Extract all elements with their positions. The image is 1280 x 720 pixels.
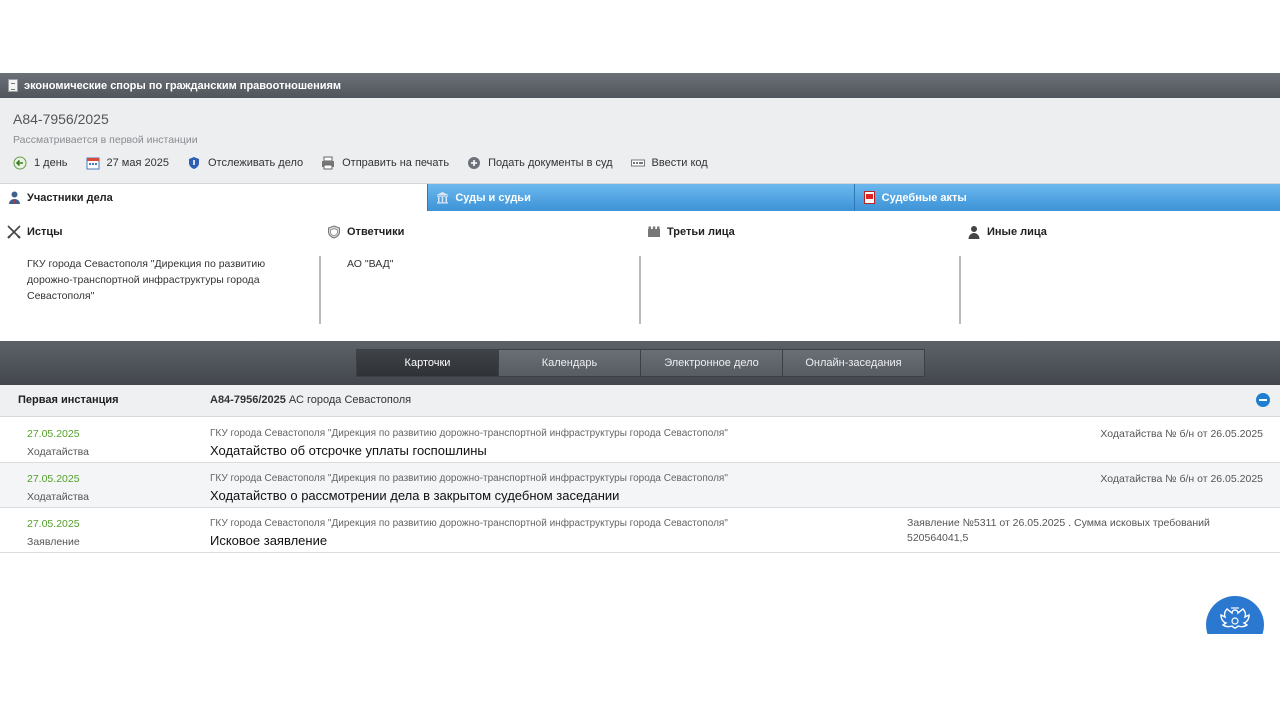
case-status: Рассматривается в первой инстанции bbox=[13, 134, 198, 146]
document-row[interactable]: 27.05.2025 Заявление ГКУ города Севастоп… bbox=[0, 508, 1280, 553]
eagle-emblem-icon bbox=[1217, 606, 1253, 634]
row-date: 27.05.2025 bbox=[27, 473, 80, 485]
tab-courts[interactable]: Суды и судьи bbox=[427, 184, 854, 211]
tab-cards[interactable]: Карточки bbox=[356, 349, 499, 377]
pdf-document-icon bbox=[863, 191, 876, 204]
view-tabs: Карточки Календарь Электронное дело Онла… bbox=[356, 349, 925, 377]
defendant-name[interactable]: АО "ВАД" bbox=[347, 256, 617, 324]
enter-code-label: Ввести код bbox=[651, 157, 708, 169]
column-divider bbox=[639, 256, 641, 324]
case-number: А84-7956/2025 bbox=[13, 111, 109, 127]
date-label: 27 мая 2025 bbox=[106, 157, 169, 169]
document-icon bbox=[8, 79, 18, 92]
other-persons-column: Иные лица bbox=[967, 225, 1280, 239]
track-case-button[interactable]: Отслеживать дело bbox=[187, 156, 303, 170]
row-type: Ходатайства bbox=[27, 491, 89, 503]
row-title-link[interactable]: Исковое заявление bbox=[210, 533, 327, 548]
document-row[interactable]: 27.05.2025 Ходатайства ГКУ города Севаст… bbox=[0, 418, 1280, 463]
tab-acts-label: Судебные акты bbox=[881, 191, 967, 204]
category-title: экономические споры по гражданским право… bbox=[24, 79, 342, 92]
plaintiff-name[interactable]: ГКУ города Севастополя "Дирекция по разв… bbox=[27, 256, 297, 324]
row-type: Заявление bbox=[27, 536, 80, 548]
row-note: Заявление №5311 от 26.05.2025 . Сумма ис… bbox=[907, 517, 1210, 544]
collapse-button[interactable] bbox=[1256, 393, 1270, 407]
participants-panel: Истцы ГКУ города Севастополя "Дирекция п… bbox=[0, 211, 1280, 341]
days-since-label: 1 день bbox=[34, 157, 68, 169]
instance-title: Первая инстанция bbox=[18, 394, 119, 406]
days-since-button[interactable]: 1 день bbox=[13, 156, 68, 170]
row-organization: ГКУ города Севастополя "Дирекция по разв… bbox=[210, 518, 728, 529]
crossed-swords-icon bbox=[7, 225, 21, 239]
printer-icon bbox=[321, 156, 335, 170]
plaintiffs-heading: Истцы bbox=[27, 226, 63, 238]
defendants-column: Ответчики bbox=[327, 225, 647, 239]
plus-circle-icon bbox=[467, 156, 481, 170]
third-parties-column: Третьи лица bbox=[647, 225, 967, 239]
tab-acts[interactable]: Судебные акты bbox=[853, 184, 1280, 211]
row-note: Ходатайства № б/н от 26.05.2025 bbox=[1100, 473, 1263, 485]
column-divider bbox=[319, 256, 321, 324]
instance-case-number: А84-7956/2025 bbox=[210, 394, 286, 406]
plaintiffs-column: Истцы bbox=[7, 225, 327, 239]
tab-calendar[interactable]: Календарь bbox=[498, 349, 641, 377]
user-icon bbox=[967, 225, 981, 239]
view-navbar: Карточки Календарь Электронное дело Онла… bbox=[0, 341, 1280, 385]
row-type: Ходатайства bbox=[27, 446, 89, 458]
row-organization: ГКУ города Севастополя "Дирекция по разв… bbox=[210, 428, 728, 439]
emblem-button[interactable] bbox=[1206, 596, 1264, 634]
third-parties-heading: Третьи лица bbox=[667, 226, 735, 238]
tab-participants-label: Участники дела bbox=[27, 191, 113, 204]
tab-courts-label: Суды и судьи bbox=[455, 191, 531, 204]
row-title-link[interactable]: Ходатайство о рассмотрении дела в закрыт… bbox=[210, 488, 619, 503]
date-button[interactable]: 27 мая 2025 bbox=[86, 156, 169, 170]
row-date: 27.05.2025 bbox=[27, 518, 80, 530]
back-arrow-icon bbox=[13, 156, 27, 170]
category-bar: экономические споры по гражданским право… bbox=[0, 73, 1280, 98]
instance-court: АС города Севастополя bbox=[288, 394, 412, 406]
keyboard-icon bbox=[630, 156, 645, 170]
enter-code-button[interactable]: Ввести код bbox=[630, 156, 708, 170]
row-title-link[interactable]: Ходатайство об отсрочке уплаты госпошлин… bbox=[210, 443, 487, 458]
tab-participants[interactable]: Участники дела bbox=[0, 184, 428, 211]
row-organization: ГКУ города Севастополя "Дирекция по разв… bbox=[210, 473, 728, 484]
instance-header: Первая инстанция А84-7956/2025 АС города… bbox=[0, 385, 1280, 417]
print-label: Отправить на печать bbox=[342, 157, 450, 169]
row-note: Ходатайства № б/н от 26.05.2025 bbox=[1100, 428, 1263, 440]
document-row[interactable]: 27.05.2025 Ходатайства ГКУ города Севаст… bbox=[0, 463, 1280, 508]
track-case-label: Отслеживать дело bbox=[207, 157, 304, 169]
courthouse-icon bbox=[436, 191, 449, 204]
submit-documents-label: Подать документы в суд bbox=[488, 157, 613, 169]
column-divider bbox=[959, 256, 961, 324]
instance-case[interactable]: А84-7956/2025 АС города Севастополя bbox=[210, 394, 411, 406]
submit-documents-button[interactable]: Подать документы в суд bbox=[467, 156, 613, 170]
tab-online-hearings[interactable]: Онлайн-заседания bbox=[782, 349, 925, 377]
calendar-icon bbox=[86, 156, 100, 170]
tab-electronic-case[interactable]: Электронное дело bbox=[640, 349, 783, 377]
case-toolbar: 1 день 27 мая 2025 Отслеживать дело Отпр… bbox=[13, 156, 726, 170]
group-icon bbox=[647, 225, 661, 239]
defendants-heading: Ответчики bbox=[347, 226, 405, 238]
case-header: А84-7956/2025 Рассматривается в первой и… bbox=[0, 98, 1280, 184]
shield-badge-icon bbox=[327, 225, 341, 239]
person-icon bbox=[8, 191, 21, 204]
print-button[interactable]: Отправить на печать bbox=[321, 156, 449, 170]
row-date: 27.05.2025 bbox=[27, 428, 80, 440]
shield-icon bbox=[187, 156, 201, 170]
third-parties-value bbox=[667, 256, 937, 324]
other-persons-heading: Иные лица bbox=[987, 226, 1047, 238]
participant-tabs: Участники дела Суды и судьи Судебные акт… bbox=[0, 184, 1280, 211]
other-persons-value bbox=[987, 256, 1257, 324]
